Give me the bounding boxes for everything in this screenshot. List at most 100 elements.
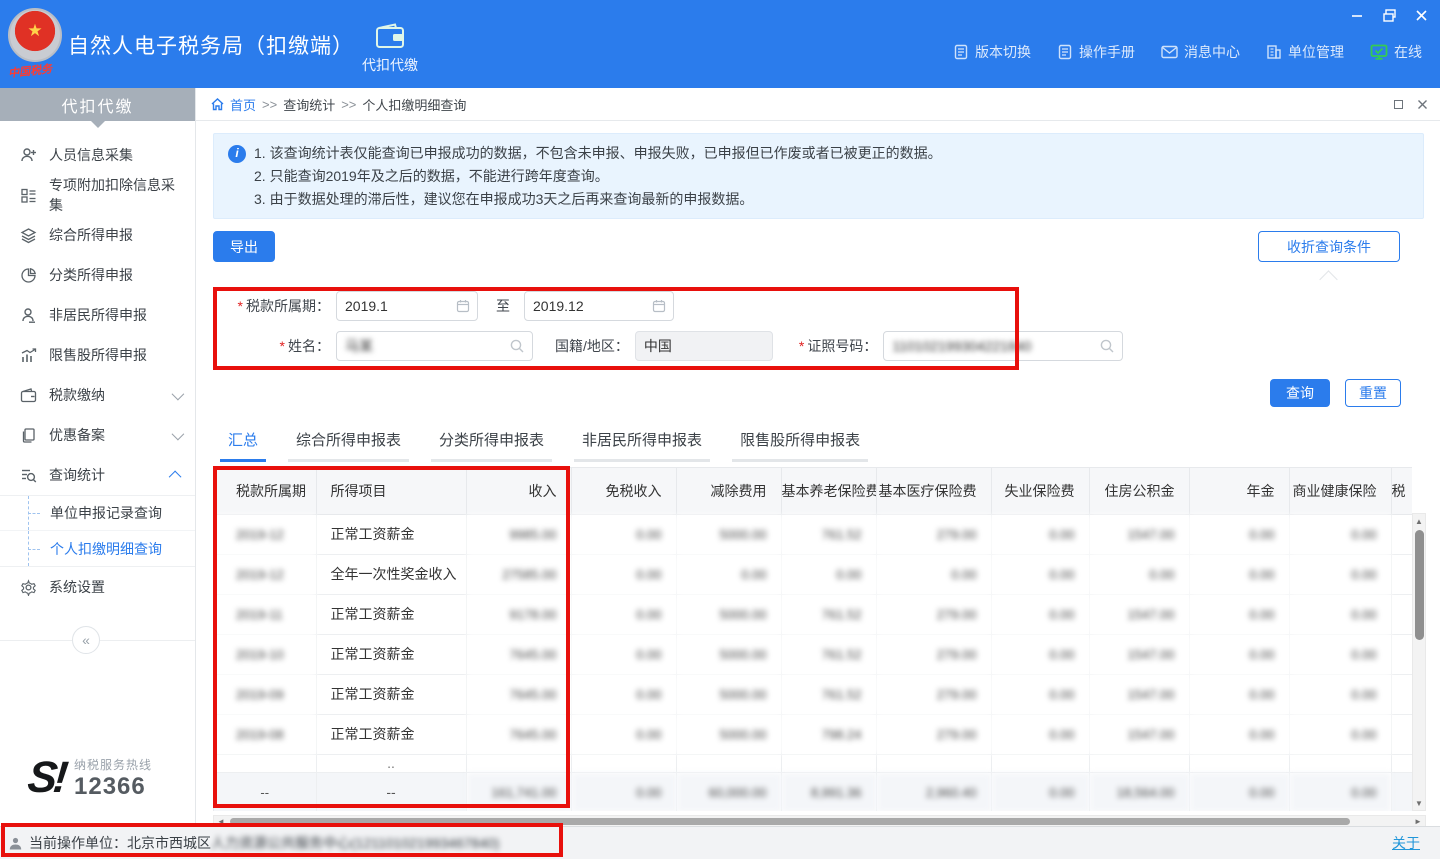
status-bar: 当前操作单位：北京市西城区 人力资源公共服务中心(121101021993467… — [0, 826, 1440, 859]
breadcrumb-level2: 个人扣缴明细查询 — [362, 95, 466, 114]
notice-line: 1. 该查询统计表仅能查询已申报成功的数据，不包含未申报、申报失败，已申报但已作… — [254, 142, 942, 165]
table-cell: -- — [316, 772, 466, 811]
table-cell: 0.00 — [991, 554, 1089, 594]
table-cell: 0.00 — [676, 554, 781, 594]
close-button[interactable] — [1412, 6, 1430, 24]
restore-button[interactable] — [1380, 6, 1398, 24]
table-cell: 0.00 — [571, 594, 676, 634]
table-row-ellipsis[interactable]: .. — [214, 754, 1412, 772]
sidebar-item-comprehensive-income[interactable]: 综合所得申报 — [0, 215, 195, 255]
online-status[interactable]: 在线 — [1370, 42, 1422, 62]
table-cell: 0.00 — [1189, 674, 1289, 714]
tab-restricted-shares[interactable]: 限售股所得申报表 — [732, 423, 868, 462]
table-cell — [571, 754, 676, 772]
table-cell: 279.00 — [876, 634, 991, 674]
filter-panel: *税款所属期： 2019.1 至 2019.12 *姓名： 马某 国籍/地区 — [196, 281, 1440, 381]
about-link[interactable]: 关于 — [1392, 833, 1420, 853]
tab-nonresident-income[interactable]: 非居民所得申报表 — [574, 423, 710, 462]
sidebar-item-preferential-filing[interactable]: 优惠备案 — [0, 415, 195, 455]
table-cell: 0.00 — [991, 772, 1089, 811]
search-icon[interactable] — [1099, 338, 1115, 354]
sidebar-collapse-button[interactable]: « — [72, 626, 100, 654]
menu-message-center[interactable]: 消息中心 — [1161, 42, 1240, 62]
table-cell — [1391, 754, 1412, 772]
table-row[interactable]: 2019-10正常工资薪金7645.000.005000.00761.52279… — [214, 634, 1412, 674]
module-tab-withholding[interactable]: 代扣代缴 — [352, 18, 428, 80]
nationality-label: 国籍/地区： — [555, 336, 629, 356]
calendar-icon[interactable] — [652, 299, 666, 313]
tab-summary[interactable]: 汇总 — [220, 423, 266, 462]
table-row[interactable]: 2019-09正常工资薪金7645.000.005000.00761.52279… — [214, 674, 1412, 714]
vertical-scroll-thumb[interactable] — [1415, 530, 1424, 640]
table-cell: 0.00 — [991, 514, 1089, 554]
table-row[interactable]: 2019-11正常工资薪金9178.000.005000.00761.52279… — [214, 594, 1412, 634]
breadcrumb-level1: 查询统计 — [283, 95, 335, 114]
breadcrumb-home[interactable]: 首页 — [210, 95, 256, 114]
table-row[interactable]: 2019-12全年一次性奖金收入27585.000.000.000.000.00… — [214, 554, 1412, 594]
calendar-icon[interactable] — [456, 299, 470, 313]
submenu-personal-withholding-detail-query[interactable]: 个人扣缴明细查询 — [0, 531, 195, 566]
table-cell: 0.00 — [991, 674, 1089, 714]
table-row[interactable]: 2019-08正常工资薪金7645.000.005000.00798.24279… — [214, 714, 1412, 754]
vertical-scrollbar[interactable]: ▲ ▼ — [1412, 513, 1426, 811]
table-total-row[interactable]: ----161,741.000.0060,000.008,991.362,960… — [214, 772, 1412, 811]
tab-classified-income[interactable]: 分类所得申报表 — [431, 423, 552, 462]
sidebar-item-special-deduction[interactable]: 专项附加扣除信息采集 — [0, 175, 195, 215]
menu-manual[interactable]: 操作手册 — [1057, 42, 1135, 62]
table-cell — [876, 754, 991, 772]
table-cell — [1391, 634, 1412, 674]
table-cell: 全年一次性奖金收入 — [316, 554, 466, 594]
collapse-query-button[interactable]: 收折查询条件 — [1258, 231, 1400, 262]
sidebar-item-system-settings[interactable]: 系统设置 — [0, 567, 195, 607]
table-cell: 0.00 — [1289, 634, 1391, 674]
table-cell: 161,741.00 — [466, 772, 571, 811]
scroll-up-arrow[interactable]: ▲ — [1413, 515, 1425, 527]
table-cell: 0.00 — [781, 554, 876, 594]
tab-close-button[interactable] — [1417, 99, 1428, 110]
submenu-label: 单位申报记录查询 — [50, 503, 162, 523]
hotline-12366: S! 纳税服务热线 12366 — [0, 736, 196, 820]
submenu-unit-declaration-query[interactable]: 单位申报记录查询 — [0, 496, 195, 531]
scroll-down-arrow[interactable]: ▼ — [1413, 797, 1425, 809]
reset-button[interactable]: 重置 — [1345, 379, 1401, 407]
column-header-7: 失业保险费 — [991, 468, 1089, 514]
sidebar-item-personnel-info[interactable]: 人员信息采集 — [0, 135, 195, 175]
table-cell: -- — [214, 772, 316, 811]
query-button[interactable]: 查询 — [1270, 379, 1330, 407]
table-cell: 5000.00 — [676, 514, 781, 554]
building-icon — [1266, 44, 1282, 60]
id-number-input[interactable]: 110102199304221840 — [883, 331, 1123, 361]
info-icon: i — [228, 145, 246, 163]
table-cell: 0.00 — [571, 514, 676, 554]
sidebar-item-nonresident-income[interactable]: 非居民所得申报 — [0, 295, 195, 335]
china-tax-script: 中国税务 — [7, 59, 66, 81]
menu-unit-management[interactable]: 单位管理 — [1266, 42, 1344, 62]
table-cell: 0.00 — [1189, 772, 1289, 811]
sidebar-item-label: 税款缴纳 — [49, 385, 105, 405]
tab-maximize-button[interactable] — [1394, 98, 1403, 111]
tab-comprehensive-income[interactable]: 综合所得申报表 — [288, 423, 409, 462]
horizontal-scroll-thumb[interactable] — [230, 818, 1350, 825]
table-cell: 0.00 — [1289, 714, 1391, 754]
period-to-input[interactable]: 2019.12 — [524, 291, 674, 321]
table-cell: 5000.00 — [676, 634, 781, 674]
table-cell: 2019-11 — [214, 594, 316, 634]
sidebar-item-restricted-shares[interactable]: 限售股所得申报 — [0, 335, 195, 375]
menu-version-switch[interactable]: 版本切换 — [953, 42, 1031, 62]
sidebar-item-tax-payment[interactable]: 税款缴纳 — [0, 375, 195, 415]
name-value: 马某 — [345, 336, 373, 356]
period-from-input[interactable]: 2019.1 — [336, 291, 478, 321]
chevron-down-icon — [172, 427, 185, 440]
column-header-1: 所得项目 — [316, 468, 466, 514]
minimize-button[interactable] — [1348, 6, 1366, 24]
name-input[interactable]: 马某 — [336, 331, 533, 361]
table-cell — [214, 754, 316, 772]
table-row[interactable]: 2019-12正常工资薪金9985.000.005000.00761.52279… — [214, 514, 1412, 554]
sidebar-item-classified-income[interactable]: 分类所得申报 — [0, 255, 195, 295]
breadcrumb-separator: >> — [262, 97, 277, 112]
export-button[interactable]: 导出 — [213, 231, 275, 262]
result-table: 税款所属期所得项目收入免税收入减除费用基本养老保险费基本医疗保险费失业保险费住房… — [214, 468, 1412, 811]
sidebar-item-query-statistics[interactable]: 查询统计 — [0, 455, 195, 495]
column-header-8: 住房公积金 — [1089, 468, 1189, 514]
search-icon[interactable] — [509, 338, 525, 354]
